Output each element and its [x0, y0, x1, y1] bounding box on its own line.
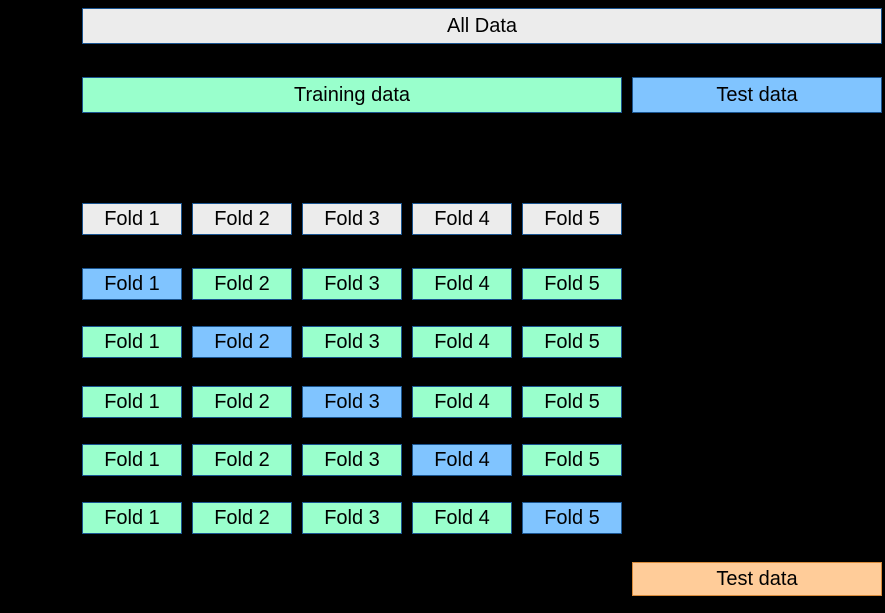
- split-1-fold-5-train: Fold 5: [522, 268, 622, 300]
- split-5-fold-1-train: Fold 1: [82, 502, 182, 534]
- fold-header-5: Fold 5: [522, 203, 622, 235]
- split-4-fold-2-train: Fold 2: [192, 444, 292, 476]
- split-4-fold-3-train: Fold 3: [302, 444, 402, 476]
- split-1-fold-3-train: Fold 3: [302, 268, 402, 300]
- split-2-fold-4-train: Fold 4: [412, 326, 512, 358]
- split-4-fold-5-train: Fold 5: [522, 444, 622, 476]
- split-5-fold-4-train: Fold 4: [412, 502, 512, 534]
- split-2-fold-2-validation: Fold 2: [192, 326, 292, 358]
- split-3-fold-3-validation: Fold 3: [302, 386, 402, 418]
- split-4-fold-4-validation: Fold 4: [412, 444, 512, 476]
- split-5-fold-5-validation: Fold 5: [522, 502, 622, 534]
- all-data-box: All Data: [82, 8, 882, 44]
- split-3-fold-2-train: Fold 2: [192, 386, 292, 418]
- split-5-fold-3-train: Fold 3: [302, 502, 402, 534]
- split-2-fold-1-train: Fold 1: [82, 326, 182, 358]
- split-3-fold-5-train: Fold 5: [522, 386, 622, 418]
- training-data-box: Training data: [82, 77, 622, 113]
- split-4-fold-1-train: Fold 1: [82, 444, 182, 476]
- final-test-data-box: Test data: [632, 562, 882, 596]
- split-1-fold-2-train: Fold 2: [192, 268, 292, 300]
- fold-header-1: Fold 1: [82, 203, 182, 235]
- fold-header-4: Fold 4: [412, 203, 512, 235]
- cv-diagram: All Data Training data Test data Fold 1 Fold…: [0, 0, 885, 613]
- split-2-fold-3-train: Fold 3: [302, 326, 402, 358]
- fold-header-2: Fold 2: [192, 203, 292, 235]
- fold-header-3: Fold 3: [302, 203, 402, 235]
- split-3-fold-1-train: Fold 1: [82, 386, 182, 418]
- split-2-fold-5-train: Fold 5: [522, 326, 622, 358]
- split-3-fold-4-train: Fold 4: [412, 386, 512, 418]
- split-1-fold-4-train: Fold 4: [412, 268, 512, 300]
- split-5-fold-2-train: Fold 2: [192, 502, 292, 534]
- split-1-fold-1-validation: Fold 1: [82, 268, 182, 300]
- test-data-box: Test data: [632, 77, 882, 113]
